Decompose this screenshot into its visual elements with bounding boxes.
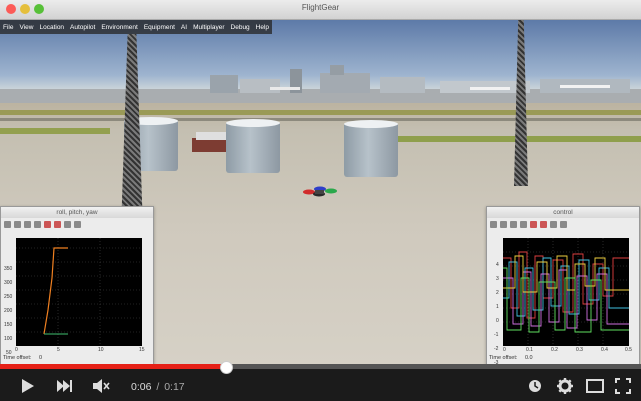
- x-tick: 10: [98, 347, 104, 353]
- mute-icon[interactable]: [92, 378, 110, 394]
- y-tick: -2: [494, 346, 499, 352]
- y-tick: 1: [496, 304, 499, 310]
- y-tick: 4: [496, 262, 499, 268]
- airport-skyline: [0, 65, 641, 103]
- roll-pitch-yaw-window: roll, pitch, yaw 350 300 250 200 150 100…: [0, 206, 154, 364]
- menu-debug[interactable]: Debug: [231, 24, 250, 31]
- select-icon[interactable]: [44, 220, 51, 228]
- pan-icon[interactable]: [14, 220, 21, 228]
- y-tick: 250: [4, 294, 13, 300]
- marker-icon[interactable]: [540, 220, 547, 228]
- progress-played: [0, 364, 227, 369]
- zoom-icon[interactable]: [510, 220, 517, 228]
- x-tick: 5: [57, 347, 60, 353]
- y-tick: -1: [494, 332, 499, 338]
- home-icon[interactable]: [4, 220, 11, 228]
- y-tick: 100: [4, 336, 13, 342]
- menu-bar: File View Location Autopilot Environment…: [0, 20, 273, 34]
- progress-bar[interactable]: [0, 361, 641, 374]
- fullscreen-icon[interactable]: [615, 378, 631, 394]
- y-tick: 0: [496, 318, 499, 324]
- home-icon[interactable]: [490, 220, 497, 228]
- menu-help[interactable]: Help: [256, 24, 269, 31]
- roll-pitch-yaw-plot: [16, 238, 142, 346]
- lattice-tower-left: [121, 34, 143, 230]
- time-offset-label: Time offset:: [489, 355, 518, 361]
- time-offset-label: Time offset:: [3, 355, 32, 361]
- theater-icon[interactable]: [586, 379, 604, 393]
- plot-traces: [16, 238, 142, 346]
- export-icon[interactable]: [550, 220, 557, 228]
- y-tick: 200: [4, 308, 13, 314]
- settings-icon[interactable]: [560, 220, 567, 228]
- y-tick: 300: [4, 280, 13, 286]
- settings-icon[interactable]: [74, 220, 81, 228]
- window-title: FlightGear: [301, 3, 340, 12]
- play-icon[interactable]: [20, 378, 36, 394]
- time-offset: Time offset: 0.0: [489, 355, 533, 361]
- x-tick: 0.2: [551, 347, 558, 353]
- gear-icon[interactable]: [557, 378, 573, 394]
- x-tick: 15: [139, 347, 145, 353]
- window-titlebar: FlightGear: [0, 0, 641, 20]
- grid-icon[interactable]: [34, 220, 41, 228]
- x-tick: 0.4: [601, 347, 608, 353]
- x-tick: 0.5: [625, 347, 632, 353]
- menu-file[interactable]: File: [3, 24, 13, 31]
- menu-location[interactable]: Location: [39, 24, 64, 31]
- marker-icon[interactable]: [54, 220, 61, 228]
- pan-icon[interactable]: [500, 220, 507, 228]
- duration: 0:17: [164, 381, 185, 393]
- x-tick: 0: [503, 347, 506, 353]
- y-tick: 350: [4, 266, 13, 272]
- plot-traces: [503, 238, 629, 346]
- menu-equipment[interactable]: Equipment: [144, 24, 175, 31]
- taxiway-strip: [0, 118, 641, 121]
- panel-title: roll, pitch, yaw: [1, 207, 153, 218]
- time-separator: /: [156, 381, 160, 393]
- lattice-tower-right: [514, 20, 528, 186]
- control-plot: [503, 238, 629, 346]
- grass-patch-left: [0, 128, 110, 134]
- clock-icon[interactable]: [528, 379, 542, 393]
- flight-scene[interactable]: File View Location Autopilot Environment…: [0, 20, 641, 364]
- control-window: control 4 3 2 1 0 -1 -2 -3 0 0.1 0.2 0.3…: [486, 206, 640, 364]
- quadcopter-model: [303, 186, 337, 197]
- grid-icon[interactable]: [520, 220, 527, 228]
- y-tick: 150: [4, 322, 13, 328]
- grass-strip: [0, 110, 641, 115]
- next-icon[interactable]: [56, 378, 72, 394]
- video-controls: 0:06 / 0:17: [0, 361, 641, 401]
- time-offset: Time offset: 0: [3, 355, 42, 361]
- y-tick: 3: [496, 276, 499, 282]
- y-tick: 2: [496, 290, 499, 296]
- x-tick: 0.1: [526, 347, 533, 353]
- time-display: 0:06 / 0:17: [131, 381, 185, 393]
- x-tick: 0.3: [576, 347, 583, 353]
- export-icon[interactable]: [64, 220, 71, 228]
- menu-multiplayer[interactable]: Multiplayer: [193, 24, 224, 31]
- time-offset-value: 0: [38, 355, 43, 361]
- plot-toolbar: [487, 218, 639, 230]
- storage-tank-right: [344, 120, 398, 177]
- panel-title: control: [487, 207, 639, 218]
- menu-environment[interactable]: Environment: [101, 24, 138, 31]
- menu-ai[interactable]: AI: [181, 24, 187, 31]
- storage-tank-middle: [226, 119, 280, 173]
- select-icon[interactable]: [530, 220, 537, 228]
- x-tick: 0: [15, 347, 18, 353]
- progress-scrubber[interactable]: [220, 361, 234, 374]
- plot-toolbar: [1, 218, 153, 230]
- menu-autopilot[interactable]: Autopilot: [70, 24, 95, 31]
- grass-patch-right: [380, 136, 641, 142]
- zoom-icon[interactable]: [24, 220, 31, 228]
- current-time: 0:06: [131, 381, 152, 393]
- menu-view[interactable]: View: [19, 24, 33, 31]
- time-offset-value: 0.0: [524, 355, 533, 361]
